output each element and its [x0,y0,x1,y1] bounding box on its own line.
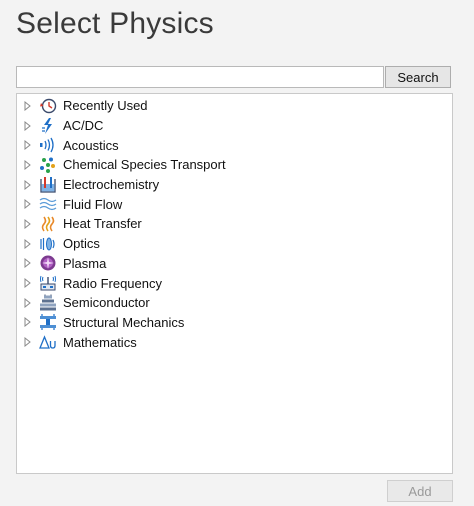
tree-item-label: Electrochemistry [63,177,160,193]
tree-item-structural-mechanics[interactable]: Structural Mechanics [17,313,452,333]
tree-item-label: Heat Transfer [63,216,142,232]
expand-arrow-icon[interactable] [23,278,31,289]
search-input[interactable] [16,66,384,88]
tree-item-chemical-species-transport[interactable]: Chemical Species Transport [17,155,452,175]
tree-item-heat-transfer[interactable]: Heat Transfer [17,214,452,234]
expand-arrow-icon[interactable] [23,159,31,170]
expand-arrow-icon[interactable] [23,120,31,131]
clock-icon [39,97,57,115]
chemical-species-icon [39,156,57,174]
tree-item-semiconductor[interactable]: Semiconductor [17,293,452,313]
tree-item-label: Recently Used [63,98,148,114]
tree-item-plasma[interactable]: Plasma [17,254,452,274]
tree-item-acoustics[interactable]: Acoustics [17,135,452,155]
mathematics-icon [39,333,57,351]
add-button[interactable]: Add [387,480,453,502]
acoustics-icon [39,136,57,154]
tree-item-radio-frequency[interactable]: Radio Frequency [17,273,452,293]
plasma-icon [39,254,57,272]
expand-arrow-icon[interactable] [23,258,31,269]
tree-item-fluid-flow[interactable]: Fluid Flow [17,194,452,214]
expand-arrow-icon[interactable] [23,179,31,190]
search-button[interactable]: Search [385,66,451,88]
expand-arrow-icon[interactable] [23,238,31,249]
expand-arrow-icon[interactable] [23,140,31,151]
tree-item-mathematics[interactable]: Mathematics [17,332,452,352]
tree-item-recently-used[interactable]: Recently Used [17,96,452,116]
expand-arrow-icon[interactable] [23,337,31,348]
radio-frequency-icon [39,274,57,292]
optics-icon [39,235,57,253]
tree-item-label: Structural Mechanics [63,314,185,330]
tree-item-acdc[interactable]: AC/DC [17,116,452,136]
physics-tree: Recently Used AC/DC Acoustics Chemical S… [16,93,453,474]
tree-item-label: Semiconductor [63,295,150,311]
expand-arrow-icon[interactable] [23,100,31,111]
page-title: Select Physics [16,7,214,40]
tree-item-label: Mathematics [63,334,137,350]
structural-mechanics-icon [39,313,57,331]
acdc-icon [39,117,57,135]
heat-transfer-icon [39,215,57,233]
tree-item-label: Fluid Flow [63,196,123,212]
tree-item-electrochemistry[interactable]: Electrochemistry [17,175,452,195]
expand-arrow-icon[interactable] [23,218,31,229]
expand-arrow-icon[interactable] [23,199,31,210]
electrochemistry-icon [39,176,57,194]
tree-item-label: Acoustics [63,137,119,153]
tree-item-optics[interactable]: Optics [17,234,452,254]
tree-item-label: Plasma [63,255,107,271]
tree-item-label: Radio Frequency [63,275,162,291]
semiconductor-icon [39,294,57,312]
expand-arrow-icon[interactable] [23,317,31,328]
search-row: Search [16,66,453,88]
expand-arrow-icon[interactable] [23,297,31,308]
tree-item-label: Optics [63,236,100,252]
tree-item-label: Chemical Species Transport [63,157,226,173]
fluid-flow-icon [39,195,57,213]
tree-item-label: AC/DC [63,118,104,134]
